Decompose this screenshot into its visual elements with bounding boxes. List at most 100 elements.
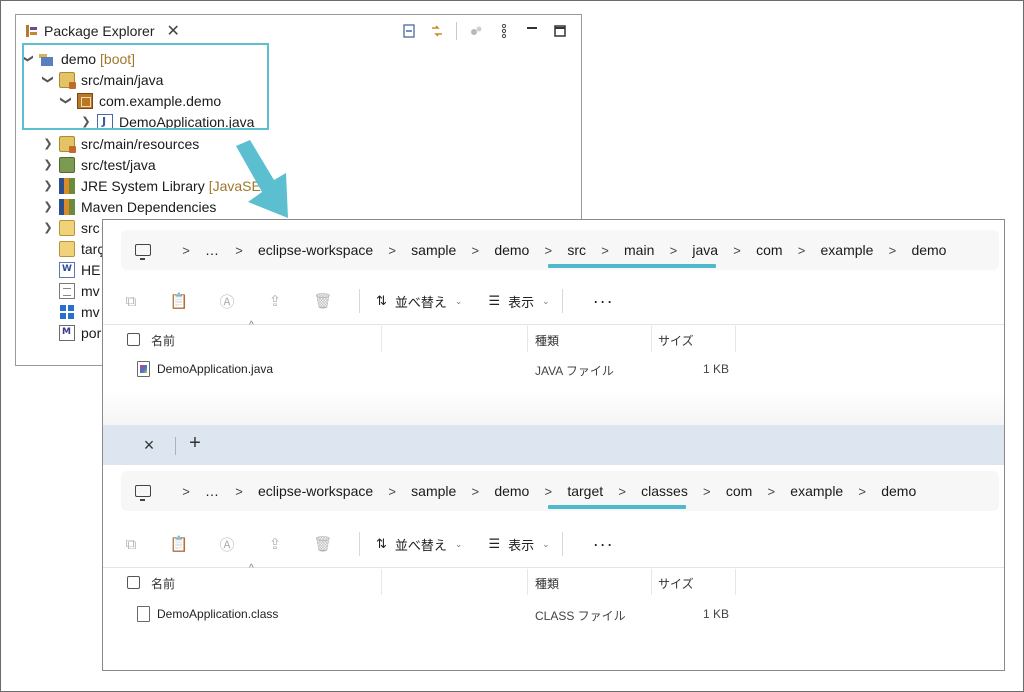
chevron-right-icon[interactable]: ❯ (42, 221, 54, 234)
column-header-size[interactable]: サイズ (658, 575, 694, 592)
delete-icon[interactable]: 🗑 (299, 287, 347, 315)
breadcrumb-item[interactable]: eclipse-workspace (258, 483, 373, 499)
breadcrumb-item[interactable]: sample (411, 242, 456, 258)
breadcrumb-item[interactable]: com (756, 242, 782, 258)
package-explorer-tab[interactable]: Package Explorer ✕ (16, 15, 190, 47)
tree-item-src-test-java[interactable]: ❯ src/test/java (42, 154, 156, 175)
minimize-icon[interactable] (523, 22, 541, 40)
tree-item-demo-project[interactable]: ❯ demo [boot] (22, 48, 135, 69)
rename-icon[interactable]: Ⓐ (203, 530, 251, 558)
tree-item-mvnw[interactable]: mv (59, 280, 100, 301)
file-row[interactable]: DemoApplication.class CLASS ファイル 1 KB (103, 601, 1004, 627)
share-icon[interactable]: ⇪ (251, 530, 299, 558)
column-divider[interactable] (735, 569, 736, 595)
chevron-right-icon[interactable]: ❯ (42, 200, 54, 213)
view-button[interactable]: ☰ 表示 ⌄ (488, 535, 549, 554)
chevron-right-icon[interactable]: ❯ (42, 137, 54, 150)
breadcrumb-item[interactable]: target (567, 483, 603, 499)
tree-item-mvnw-cmd[interactable]: mv (59, 301, 100, 322)
column-divider[interactable] (381, 326, 382, 352)
column-divider[interactable] (735, 326, 736, 352)
column-divider[interactable] (651, 326, 652, 352)
breadcrumb-item[interactable]: src (567, 242, 586, 258)
sort-caret-icon: ^ (249, 563, 254, 574)
tree-item-help[interactable]: HE (59, 259, 100, 280)
more-options-button[interactable]: ··· (593, 534, 614, 555)
chevron-down-icon[interactable]: ❯ (60, 95, 73, 107)
tree-item-label: src/test/java (81, 156, 156, 173)
chevron-down-icon[interactable]: ❯ (22, 53, 35, 65)
sort-button[interactable]: ⇅ 並べ替え ⌄ (376, 292, 462, 311)
chevron-down-icon[interactable]: ❯ (42, 74, 55, 86)
column-header-size[interactable]: サイズ (658, 332, 694, 349)
column-header-type[interactable]: 種類 (535, 575, 559, 592)
breadcrumb-item[interactable]: com (726, 483, 752, 499)
tree-item-java-file[interactable]: ❯ DemoApplication.java (80, 111, 254, 132)
breadcrumb-item[interactable]: eclipse-workspace (258, 242, 373, 258)
link-with-editor-icon[interactable] (428, 22, 446, 40)
paste-icon[interactable]: 📋 (155, 287, 203, 315)
rename-icon[interactable]: Ⓐ (203, 287, 251, 315)
file-row[interactable]: DemoApplication.java JAVA ファイル 1 KB (103, 356, 1004, 382)
column-header-name[interactable]: 名前 (151, 332, 175, 349)
toolbar-divider (359, 289, 360, 313)
column-header-type[interactable]: 種類 (535, 332, 559, 349)
tree-item-maven-dependencies[interactable]: ❯ Maven Dependencies (42, 196, 216, 217)
breadcrumb-item[interactable]: demo (494, 242, 529, 258)
breadcrumb-item[interactable]: example (821, 242, 874, 258)
select-all-checkbox[interactable] (127, 576, 140, 589)
focus-icon[interactable] (467, 22, 485, 40)
select-all-checkbox[interactable] (127, 333, 140, 346)
breadcrumb-item[interactable]: demo (881, 483, 916, 499)
file-type: CLASS ファイル (535, 609, 626, 623)
sort-label: 並べ替え (394, 294, 447, 310)
toolbar-divider (561, 532, 563, 556)
column-divider[interactable] (651, 569, 652, 595)
chevron-right-icon[interactable]: ❯ (42, 179, 54, 192)
breadcrumb-more[interactable]: … (205, 242, 220, 258)
file-name: DemoApplication.java (157, 362, 274, 376)
column-divider[interactable] (527, 326, 528, 352)
more-options-button[interactable]: ··· (593, 291, 614, 312)
column-header-name[interactable]: 名前 (151, 575, 175, 592)
paste-icon[interactable]: 📋 (155, 530, 203, 558)
chevron-right-icon: > (618, 483, 626, 499)
windows-file-icon (59, 303, 75, 320)
copy-icon[interactable]: ⧉ (107, 530, 155, 558)
tree-item-package[interactable]: ❯ com.example.demo (60, 90, 221, 111)
tree-item-src[interactable]: ❯ src (42, 217, 100, 238)
chevron-right-icon: > (703, 483, 711, 499)
copy-icon[interactable]: ⧉ (107, 287, 155, 315)
delete-icon[interactable]: 🗑 (299, 530, 347, 558)
view-menu-icon[interactable] (495, 22, 513, 40)
chevron-right-icon[interactable]: ❯ (80, 115, 92, 128)
view-button[interactable]: ☰ 表示 ⌄ (488, 292, 549, 311)
share-icon[interactable]: ⇪ (251, 287, 299, 315)
tree-item-src-main-java[interactable]: ❯ src/main/java (42, 69, 163, 90)
close-icon[interactable]: ✕ (167, 21, 180, 41)
column-divider[interactable] (527, 569, 528, 595)
sort-icon: ⇅ (376, 293, 387, 308)
breadcrumb-item[interactable]: example (790, 483, 843, 499)
breadcrumb-more[interactable]: … (205, 483, 220, 499)
tree-item-src-main-resources[interactable]: ❯ src/main/resources (42, 133, 199, 154)
maximize-icon[interactable] (551, 22, 569, 40)
tree-item-target[interactable]: tarç (59, 238, 104, 259)
sort-button[interactable]: ⇅ 並べ替え ⌄ (376, 535, 462, 554)
column-divider[interactable] (381, 569, 382, 595)
breadcrumb-item[interactable]: sample (411, 483, 456, 499)
breadcrumb-item[interactable]: java (692, 242, 718, 258)
breadcrumb-item[interactable]: main (624, 242, 654, 258)
test-folder-icon (59, 156, 75, 173)
source-folder-icon (59, 71, 76, 89)
breadcrumb-item[interactable]: demo (494, 483, 529, 499)
new-tab-icon[interactable]: + (183, 432, 207, 455)
tree-item-pom[interactable]: por (59, 322, 101, 343)
toolbar-divider (561, 289, 563, 313)
breadcrumb-item[interactable]: demo (911, 242, 946, 258)
collapse-all-icon[interactable] (400, 22, 418, 40)
sort-icon: ⇅ (376, 536, 387, 551)
chevron-right-icon[interactable]: ❯ (42, 158, 54, 171)
breadcrumb-item[interactable]: classes (641, 483, 688, 499)
close-tab-icon[interactable]: × (137, 435, 161, 456)
